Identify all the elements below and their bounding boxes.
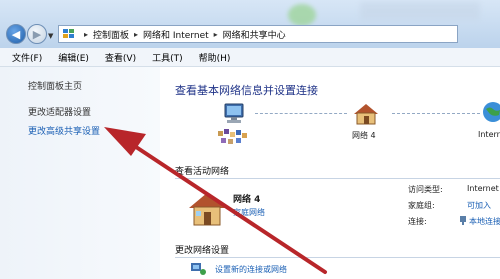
- annotation-arrow: [104, 127, 327, 274]
